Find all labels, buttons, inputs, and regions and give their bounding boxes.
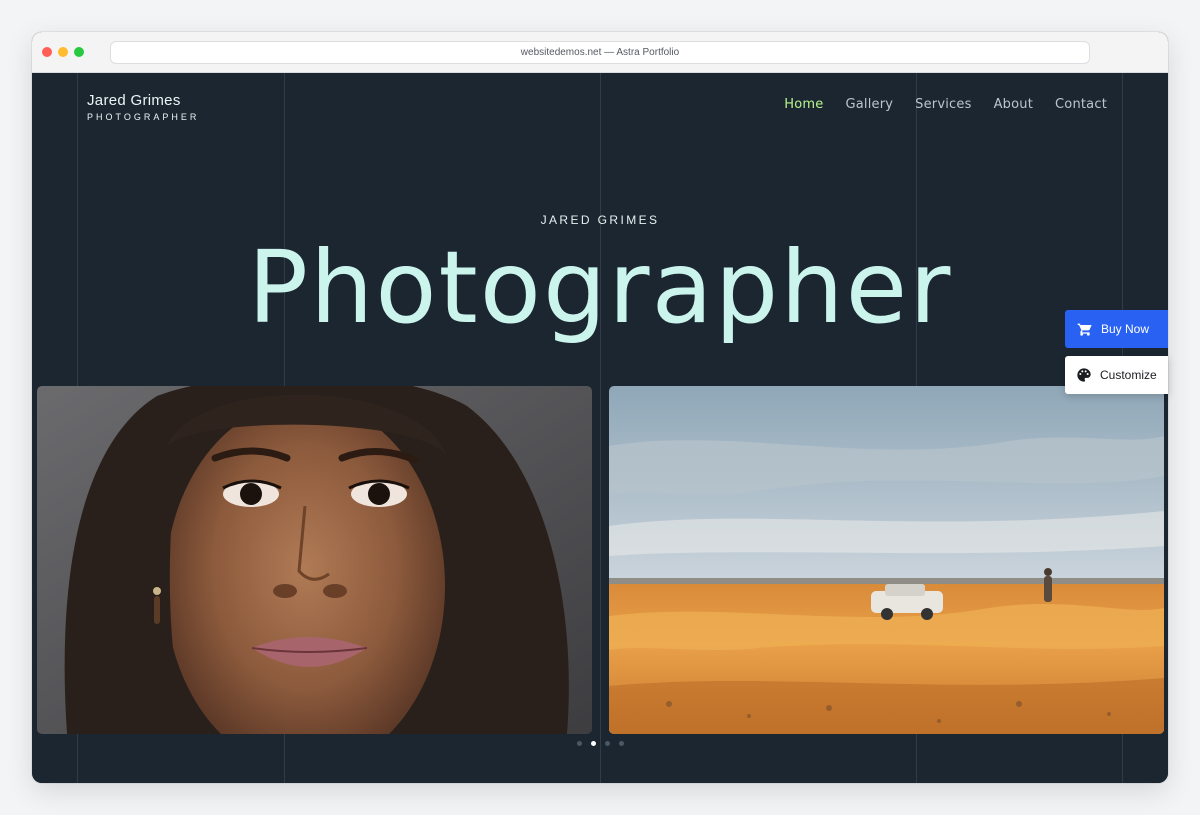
customize-label: Customize xyxy=(1100,368,1157,382)
nav-item-home[interactable]: Home xyxy=(784,97,823,112)
grid-line xyxy=(600,73,601,783)
slider-dot[interactable] xyxy=(604,741,610,746)
slider-dot[interactable] xyxy=(618,741,624,746)
nav-item-services[interactable]: Services xyxy=(915,97,971,112)
desert-landscape-photo[interactable] xyxy=(609,386,1164,734)
shopping-cart-icon xyxy=(1077,321,1093,337)
address-bar[interactable]: websitedemos.net — Astra Portfolio xyxy=(110,41,1090,64)
brand-name: Jared Grimes xyxy=(87,92,181,109)
website: Jared Grimes PHOTOGRAPHER Home Gallery S… xyxy=(32,73,1168,783)
close-window-icon[interactable] xyxy=(42,47,52,57)
customize-button[interactable]: Customize xyxy=(1065,356,1168,394)
buy-now-label: Buy Now xyxy=(1101,322,1150,336)
buy-now-button[interactable]: Buy Now xyxy=(1065,310,1168,348)
brand-tagline: PHOTOGRAPHER xyxy=(87,112,200,122)
slider-pagination xyxy=(32,741,1168,746)
slider-dot[interactable] xyxy=(576,741,582,746)
slider-dot-active[interactable] xyxy=(590,741,596,746)
minimize-window-icon[interactable] xyxy=(58,47,68,57)
hero-title: Photographer xyxy=(247,229,953,346)
portrait-photo[interactable] xyxy=(37,386,592,734)
nav-item-about[interactable]: About xyxy=(994,97,1033,112)
hero-kicker: JARED GRIMES xyxy=(540,213,660,227)
nav-item-gallery[interactable]: Gallery xyxy=(845,97,893,112)
maximize-window-icon[interactable] xyxy=(74,47,84,57)
palette-icon xyxy=(1076,367,1092,383)
nav-item-contact[interactable]: Contact xyxy=(1055,97,1107,112)
browser-window: websitedemos.net — Astra Portfolio Jared… xyxy=(32,32,1168,783)
main-navigation: Home Gallery Services About Contact xyxy=(784,97,1107,112)
browser-chrome: websitedemos.net — Astra Portfolio xyxy=(32,32,1168,73)
site-logo[interactable]: Jared Grimes PHOTOGRAPHER xyxy=(87,92,199,122)
